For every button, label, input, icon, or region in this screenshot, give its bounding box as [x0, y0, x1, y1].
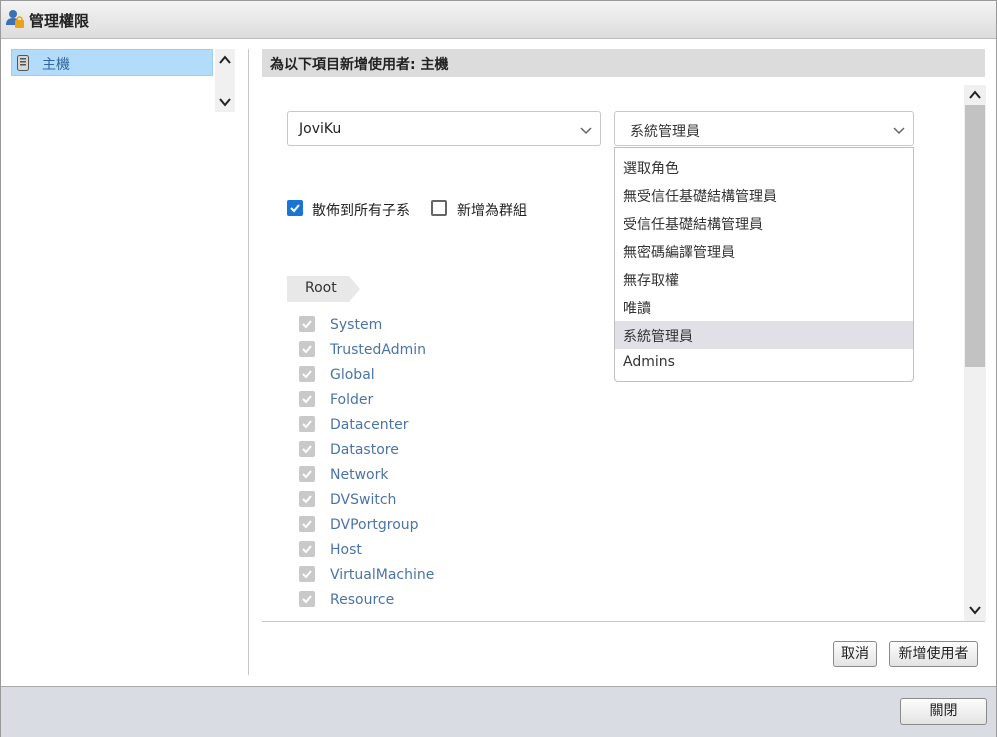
propagate-checkbox[interactable] [287, 200, 303, 216]
user-permissions-icon [6, 9, 24, 29]
privilege-label: Datacenter [330, 417, 409, 433]
dialog-footer: 關閉 [1, 686, 996, 737]
role-option-label: 系統管理員 [623, 329, 693, 345]
privilege-label: Global [330, 367, 375, 383]
role-option-label: Admins [623, 354, 675, 370]
breadcrumb[interactable]: Root [287, 276, 360, 302]
privilege-item: Host [262, 536, 562, 561]
privilege-label: Datastore [330, 442, 399, 458]
section-header: 為以下項目新增使用者: 主機 [262, 49, 985, 77]
role-option[interactable]: 系統管理員 [615, 321, 913, 349]
privilege-item: Datastore [262, 436, 562, 461]
close-button[interactable]: 關閉 [900, 698, 987, 725]
chevron-down-icon [893, 124, 905, 135]
cancel-button[interactable]: 取消 [833, 641, 877, 667]
privilege-item: Resource [262, 586, 562, 611]
nav-item-label: 主機 [42, 57, 70, 73]
propagate-label: 散佈到所有子系 [312, 203, 410, 219]
privilege-item: Global [262, 361, 562, 386]
privilege-item: System [262, 311, 562, 336]
pane-divider [248, 49, 249, 675]
nav-item-host[interactable]: 主機 [11, 49, 213, 76]
role-option-label: 受信任基礎結構管理員 [623, 217, 763, 233]
scrollbar-thumb[interactable] [965, 105, 985, 367]
role-option-label: 無存取權 [623, 273, 679, 289]
privilege-label: Network [330, 467, 389, 483]
privilege-checkbox [299, 416, 315, 432]
privilege-checkbox [299, 366, 315, 382]
role-option-label: 無受信任基礎結構管理員 [623, 189, 777, 205]
nav-scrollbar[interactable] [215, 49, 235, 112]
role-option[interactable]: Admins [615, 349, 913, 377]
privilege-checkbox [299, 316, 315, 332]
privilege-item: DVSwitch [262, 486, 562, 511]
role-option[interactable]: 唯讀 [615, 293, 913, 321]
privilege-label: VirtualMachine [330, 567, 435, 583]
scroll-down-icon[interactable] [968, 603, 982, 617]
privilege-checkbox [299, 566, 315, 582]
privilege-label: Host [330, 542, 362, 558]
breadcrumb-root: Root [305, 280, 337, 296]
privilege-label: Folder [330, 392, 374, 408]
role-option-label: 無密碼編譯管理員 [623, 245, 735, 261]
privilege-label: System [330, 317, 383, 333]
user-select[interactable]: JoviKu [287, 111, 601, 146]
role-option[interactable]: 無受信任基礎結構管理員 [615, 181, 913, 209]
inventory-nav: 主機 [9, 49, 239, 113]
privilege-checkbox [299, 541, 315, 557]
host-icon [17, 55, 29, 71]
privilege-item: Network [262, 461, 562, 486]
user-select-value: JoviKu [299, 121, 342, 137]
add-as-group-checkbox[interactable] [431, 200, 447, 216]
role-dropdown-list: 選取角色無受信任基礎結構管理員 受信任基礎結構管理員 無密碼編譯管理員 無存取權唯讀系… [614, 147, 914, 382]
role-option[interactable]: 無存取權 [615, 265, 913, 293]
privilege-label: DVPortgroup [330, 517, 419, 533]
role-option-label: 唯讀 [623, 301, 651, 317]
privilege-checkbox [299, 516, 315, 532]
role-select[interactable]: 系統管理員 [614, 111, 914, 146]
privilege-item: Folder [262, 386, 562, 411]
scroll-down-icon[interactable] [218, 95, 232, 109]
title-bar: 管理權限 [1, 1, 996, 39]
scroll-up-icon[interactable] [968, 88, 982, 102]
role-option[interactable]: 受信任基礎結構管理員 [615, 209, 913, 237]
chevron-down-icon [580, 124, 592, 135]
privilege-checkbox [299, 391, 315, 407]
window-title: 管理權限 [29, 12, 90, 30]
add-user-button[interactable]: 新增使用者 [889, 641, 978, 667]
content-divider [262, 621, 985, 622]
section-title: 為以下項目新增使用者: 主機 [270, 57, 449, 73]
privilege-checkbox [299, 466, 315, 482]
privilege-label: DVSwitch [330, 492, 397, 508]
manage-permissions-dialog: 管理權限 主機 為以下項目新增使用者: 主機 JoviKu 系統管理員 散佈到所… [0, 0, 997, 737]
privilege-label: Resource [330, 592, 395, 608]
role-option[interactable]: 選取角色 [615, 153, 913, 181]
content-scrollbar[interactable] [964, 85, 986, 621]
privilege-checkbox [299, 491, 315, 507]
scroll-up-icon[interactable] [218, 53, 232, 67]
add-as-group-label: 新增為群組 [457, 203, 527, 219]
privilege-item: TrustedAdmin [262, 336, 562, 361]
privilege-checkbox [299, 591, 315, 607]
role-option[interactable]: 無密碼編譯管理員 [615, 237, 913, 265]
role-select-value: 系統管理員 [630, 124, 700, 140]
role-option-label: 選取角色 [623, 161, 679, 177]
privilege-checkbox [299, 341, 315, 357]
privilege-item: VirtualMachine [262, 561, 562, 586]
privilege-item: Datacenter [262, 411, 562, 436]
privilege-checkbox [299, 441, 315, 457]
privilege-label: TrustedAdmin [330, 342, 427, 358]
privilege-item: DVPortgroup [262, 511, 562, 536]
